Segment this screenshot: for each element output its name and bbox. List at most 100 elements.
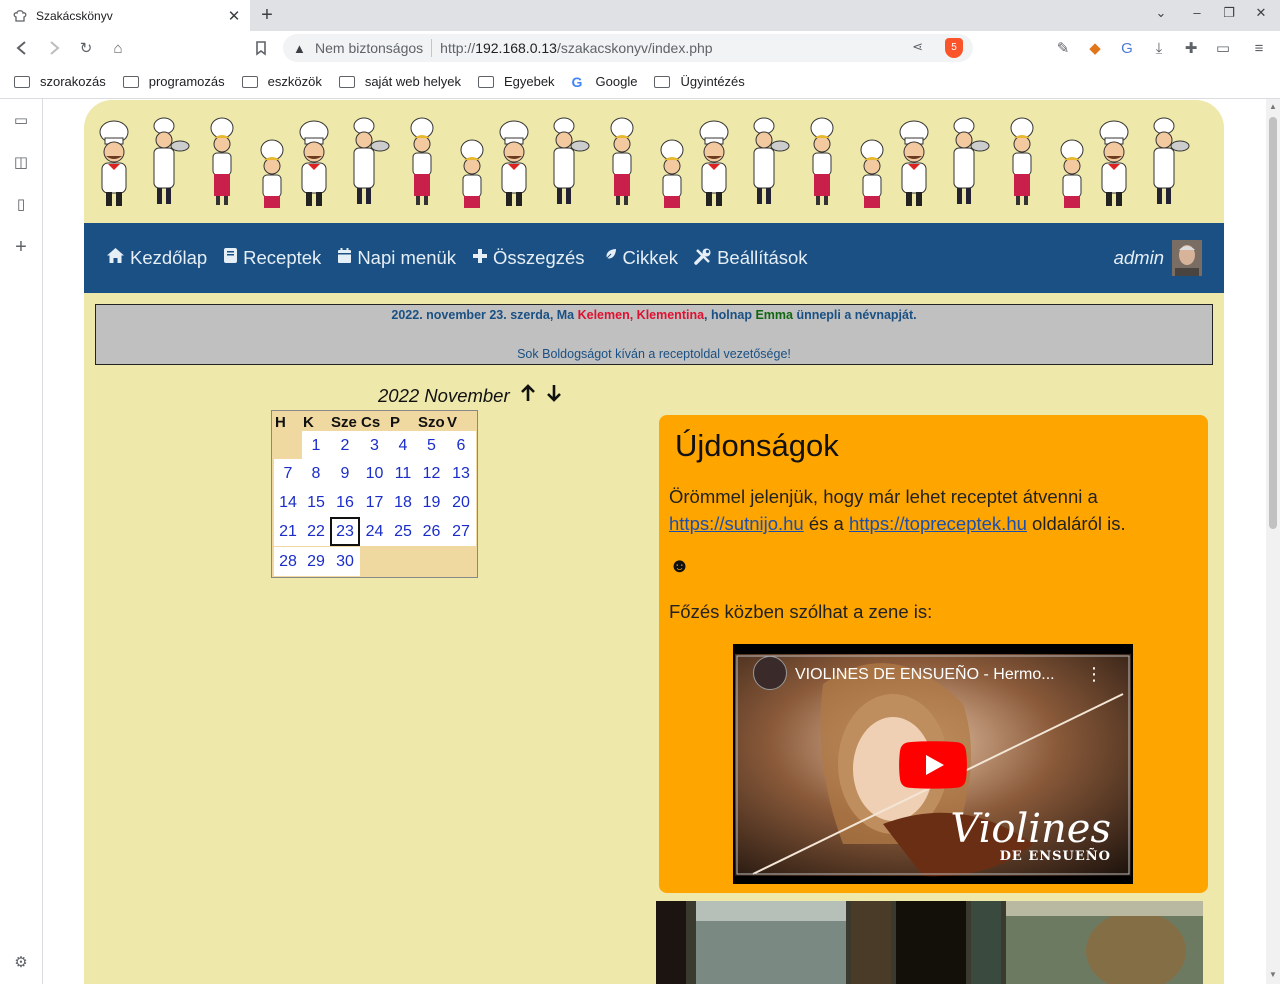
maximize-icon[interactable]: ❐ bbox=[1219, 5, 1239, 21]
weekday-header: P bbox=[390, 414, 401, 431]
scrollbar-thumb[interactable] bbox=[1269, 117, 1277, 529]
calendar-day[interactable]: 20 bbox=[446, 488, 476, 517]
warning-icon[interactable]: ▲ bbox=[293, 41, 311, 56]
folder-icon bbox=[338, 75, 355, 88]
add-sidebar-item-icon[interactable]: + bbox=[11, 237, 31, 257]
nameday-tomorrow-name: Emma bbox=[755, 308, 793, 322]
calendar-day[interactable]: 2 bbox=[330, 431, 360, 460]
calendar-day[interactable]: 8 bbox=[302, 459, 330, 488]
extensions-puzzle-icon[interactable]: ✚ bbox=[1181, 38, 1201, 58]
wallet-icon[interactable]: ▭ bbox=[1213, 38, 1233, 58]
music-text: Főzés közben szólhat a zene is: bbox=[669, 601, 933, 622]
calendar-day[interactable]: 5 bbox=[417, 431, 446, 460]
nav-receptek[interactable]: Receptek bbox=[223, 247, 321, 269]
download-icon[interactable]: ⤓ bbox=[1149, 38, 1169, 58]
bookmark-google[interactable]: G Google bbox=[572, 74, 638, 90]
arrow-down-icon[interactable] bbox=[546, 384, 562, 408]
settings-gear-icon[interactable]: ⚙ bbox=[11, 953, 31, 973]
calendar-day[interactable]: 11 bbox=[389, 459, 417, 488]
calendar-day[interactable]: 22 bbox=[302, 517, 330, 546]
more-options-icon[interactable]: ⋮ bbox=[1085, 664, 1103, 685]
calendar-day[interactable]: 26 bbox=[417, 517, 446, 546]
home-icon[interactable]: ⌂ bbox=[108, 38, 128, 58]
folder-icon bbox=[122, 75, 139, 88]
calendar-day-today[interactable]: 23 bbox=[330, 517, 360, 546]
calendar-day[interactable]: 19 bbox=[417, 488, 446, 517]
translate-extension-icon[interactable]: G bbox=[1117, 38, 1137, 58]
calendar-day[interactable]: 3 bbox=[360, 431, 389, 460]
calendar-day[interactable]: 30 bbox=[330, 547, 360, 576]
calendar-day[interactable]: 21 bbox=[274, 517, 302, 546]
bookmark-eszkozok[interactable]: eszközök bbox=[241, 74, 322, 89]
calendar-day[interactable]: 18 bbox=[389, 488, 417, 517]
metamask-extension-icon[interactable]: ◆ bbox=[1085, 38, 1105, 58]
folder-icon bbox=[654, 75, 671, 88]
calendar-day[interactable]: 27 bbox=[446, 517, 476, 546]
video-call-icon[interactable]: ▭ bbox=[11, 111, 31, 131]
bookmark-programozas[interactable]: programozás bbox=[122, 74, 225, 89]
avatar[interactable] bbox=[1172, 240, 1202, 276]
calendar-day[interactable]: 12 bbox=[417, 459, 446, 488]
nav-beallitasok[interactable]: Beállítások bbox=[694, 247, 808, 270]
nameday-today-names: Kelemen, Klementina bbox=[577, 308, 705, 322]
bookmark-egyebek[interactable]: Egyebek bbox=[477, 74, 555, 89]
plus-icon bbox=[472, 248, 488, 269]
url-text[interactable]: http://192.168.0.13/szakacskonyv/index.p… bbox=[440, 40, 712, 56]
tab-search-icon[interactable]: ⌄ bbox=[1151, 5, 1171, 21]
brave-shield-icon[interactable]: 5 bbox=[945, 38, 963, 58]
calendar-day[interactable]: 16 bbox=[330, 488, 360, 517]
calendar-day[interactable]: 17 bbox=[360, 488, 389, 517]
nav-cikkek[interactable]: Cikkek bbox=[601, 247, 678, 269]
calendar-day[interactable]: 7 bbox=[274, 459, 302, 488]
calendar-day[interactable]: 10 bbox=[360, 459, 389, 488]
bookmark-page-icon[interactable] bbox=[251, 38, 271, 58]
smiley-icon: ☻ bbox=[669, 555, 691, 577]
scroll-down-icon[interactable]: ▼ bbox=[1268, 970, 1278, 979]
youtube-video-embed[interactable]: VIOLINES DE ENSUEÑO - Hermo... ⋮ Violine… bbox=[733, 644, 1133, 884]
security-label: Nem biztonságos bbox=[315, 40, 424, 56]
calendar-day[interactable]: 25 bbox=[389, 517, 417, 546]
bookmark-sajat-web-helyek[interactable]: saját web helyek bbox=[338, 74, 461, 89]
link-sutnijo[interactable]: https://sutnijo.hu bbox=[669, 513, 804, 534]
tab-close-icon[interactable]: ✕ bbox=[226, 7, 242, 25]
back-icon[interactable] bbox=[12, 38, 32, 58]
page-scrollbar[interactable]: ▲ ▼ bbox=[1266, 99, 1280, 984]
reading-list-icon[interactable]: ▯ bbox=[11, 195, 31, 215]
menu-icon[interactable]: ≡ bbox=[1249, 38, 1269, 58]
tab-szakacskonyv[interactable]: Szakácskönyv ✕ bbox=[0, 0, 250, 31]
wallet-sidebar-icon[interactable]: ◫ bbox=[11, 153, 31, 173]
nav-kezdolap[interactable]: Kezdőlap bbox=[106, 247, 207, 269]
arrow-up-icon[interactable] bbox=[520, 384, 536, 408]
calendar-day[interactable]: 24 bbox=[360, 517, 389, 546]
forward-icon[interactable] bbox=[44, 38, 64, 58]
scroll-up-icon[interactable]: ▲ bbox=[1268, 102, 1278, 111]
link-topreceptek[interactable]: https://topreceptek.hu bbox=[849, 513, 1027, 534]
play-button-icon[interactable] bbox=[899, 741, 967, 789]
tools-icon bbox=[694, 247, 712, 270]
window-close-icon[interactable]: ✕ bbox=[1251, 5, 1271, 21]
calendar-day[interactable]: 28 bbox=[274, 547, 302, 576]
reload-icon[interactable]: ↻ bbox=[76, 38, 96, 58]
eyedropper-extension-icon[interactable]: ✎ bbox=[1053, 38, 1073, 58]
calendar-day[interactable]: 14 bbox=[274, 488, 302, 517]
minimize-icon[interactable]: – bbox=[1187, 5, 1207, 20]
address-bar[interactable]: ▲ Nem biztonságos http://192.168.0.13/sz… bbox=[283, 34, 973, 62]
calendar-day[interactable]: 13 bbox=[446, 459, 476, 488]
calendar-header: 2022 November bbox=[378, 384, 562, 408]
user-menu[interactable]: admin bbox=[1114, 240, 1202, 276]
calendar-day[interactable]: 29 bbox=[302, 547, 330, 576]
calendar-day[interactable]: 1 bbox=[302, 431, 330, 460]
calendar-day[interactable]: 15 bbox=[302, 488, 330, 517]
channel-avatar[interactable] bbox=[753, 656, 787, 690]
calendar-day[interactable]: 6 bbox=[446, 431, 476, 460]
bookmark-ugyintezes[interactable]: Ügyintézés bbox=[654, 74, 745, 89]
nav-osszegzes[interactable]: Összegzés bbox=[472, 247, 585, 269]
chef-hat-favicon-icon bbox=[12, 8, 28, 24]
nav-napi-menuk[interactable]: Napi menük bbox=[337, 247, 456, 269]
bookmark-szorakozas[interactable]: szorakozás bbox=[14, 74, 106, 89]
video-title[interactable]: VIOLINES DE ENSUEÑO - Hermo... bbox=[795, 666, 1055, 684]
new-tab-icon[interactable]: + bbox=[256, 4, 278, 26]
calendar-day[interactable]: 4 bbox=[389, 431, 417, 460]
calendar-day[interactable]: 9 bbox=[330, 459, 360, 488]
share-icon[interactable]: ⋖ bbox=[912, 39, 923, 55]
